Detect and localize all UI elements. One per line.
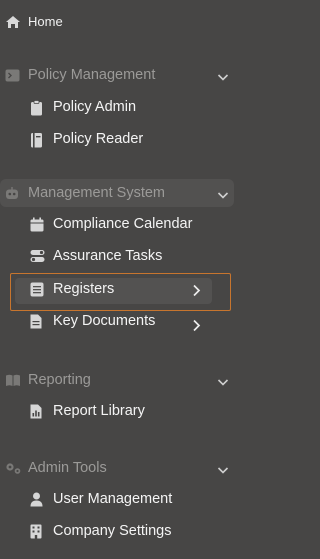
chevron-right-icon[interactable] — [192, 319, 201, 337]
nav-item-user-management[interactable]: User Management — [0, 486, 243, 514]
section-management-system[interactable]: Management System — [0, 180, 243, 206]
nav-item-assurance-tasks[interactable]: Assurance Tasks — [0, 243, 243, 271]
robot-icon — [5, 187, 19, 200]
gears-icon — [5, 462, 22, 475]
nav-item-label: Registers — [53, 281, 115, 297]
nav-item-key-documents[interactable]: Key Documents — [0, 308, 243, 336]
nav-item-label: Policy Admin — [53, 99, 137, 115]
calendar-icon — [30, 217, 44, 232]
terminal-icon — [5, 69, 20, 82]
document-icon — [30, 314, 42, 329]
nav-item-label: Report Library — [53, 403, 145, 419]
nav-item-label: Key Documents — [53, 313, 156, 329]
report-icon — [30, 404, 42, 419]
section-admin-tools[interactable]: Admin Tools — [0, 455, 243, 481]
open-book-icon — [5, 374, 21, 387]
chevron-down-icon[interactable] — [217, 187, 229, 205]
register-icon — [30, 282, 44, 297]
toggles-icon — [30, 249, 45, 263]
section-reporting[interactable]: Reporting — [0, 367, 243, 393]
chevron-down-icon[interactable] — [217, 462, 229, 480]
home-link[interactable]: Home — [0, 10, 243, 34]
nav-item-company-settings[interactable]: Company Settings — [0, 518, 243, 546]
chevron-down-icon[interactable] — [217, 374, 229, 392]
nav-item-policy-reader[interactable]: Policy Reader — [0, 126, 243, 154]
nav-item-compliance-calendar[interactable]: Compliance Calendar — [0, 211, 243, 239]
section-label: Admin Tools — [28, 460, 107, 476]
nav-item-label: Assurance Tasks — [53, 248, 163, 264]
section-label: Reporting — [28, 372, 91, 388]
nav-item-label: Compliance Calendar — [53, 216, 193, 232]
section-label: Policy Management — [28, 67, 156, 83]
chevron-right-icon[interactable] — [192, 284, 201, 302]
nav-item-label: User Management — [53, 491, 173, 507]
section-label: Management System — [28, 185, 166, 201]
chevron-down-icon[interactable] — [217, 69, 229, 87]
nav-item-policy-admin[interactable]: Policy Admin — [0, 94, 243, 122]
user-icon — [30, 492, 43, 507]
nav-item-label: Company Settings — [53, 523, 172, 539]
home-icon — [5, 15, 21, 29]
clipboard-icon — [30, 100, 43, 116]
nav-item-registers[interactable]: Registers — [0, 276, 243, 304]
nav-item-report-library[interactable]: Report Library — [0, 398, 243, 426]
section-policy-management[interactable]: Policy Management — [0, 62, 243, 88]
nav-item-label: Policy Reader — [53, 131, 144, 147]
home-label: Home — [28, 14, 63, 29]
book-icon — [30, 132, 43, 148]
building-icon — [30, 524, 42, 539]
